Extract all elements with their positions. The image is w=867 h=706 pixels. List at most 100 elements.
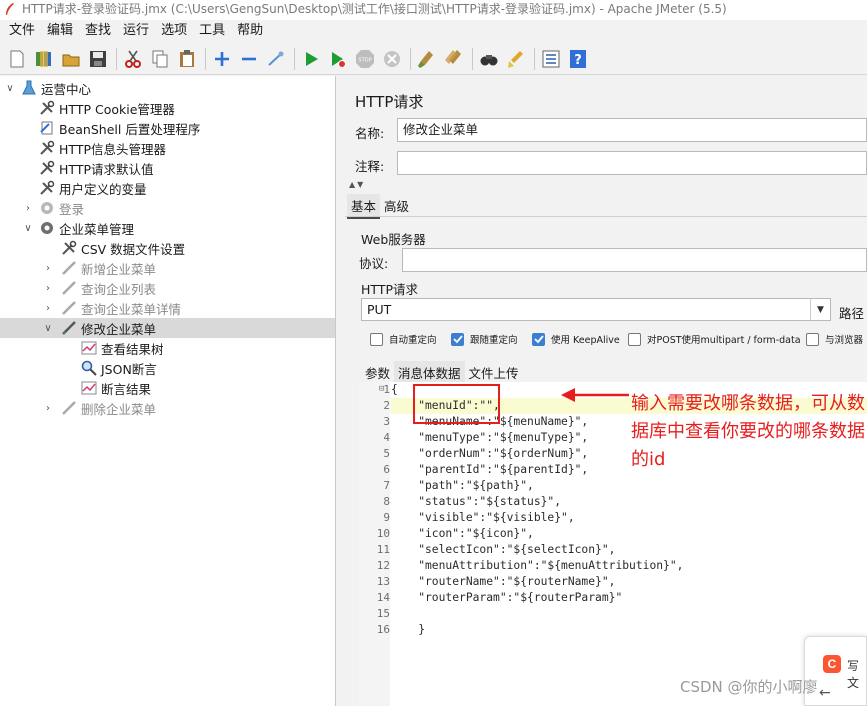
line-number-gutter: 1 2 3 4 5 6 7 8 9 10 11 12 13 14 15 16 ⊟ [359, 382, 390, 706]
watermark: CSDN @你的小啊廖 [680, 678, 818, 696]
tree-node-root[interactable]: ∨ 运营中心 [0, 78, 91, 98]
templates-icon[interactable] [33, 48, 55, 70]
tree-node-delete-menu[interactable]: › 删除企业菜单 [0, 398, 156, 418]
arrow-left-icon[interactable]: ← [819, 685, 831, 701]
tree-label: CSV 数据文件设置 [81, 241, 186, 257]
tree-node-update-menu[interactable]: ∨ 修改企业菜单 [0, 318, 335, 338]
name-label: 名称: [355, 126, 385, 141]
chevron-right-icon[interactable]: › [22, 203, 34, 214]
checkbox-follow-redirect[interactable]: 跟随重定向 [451, 332, 518, 346]
toolbar: STOP ? [0, 43, 867, 75]
annotation-text: 输入需要改哪条数据，可从数据库中查看你要改的哪条数据的id [631, 393, 865, 470]
new-icon[interactable] [6, 48, 28, 70]
menu-search[interactable]: 查找 [79, 21, 117, 41]
menu-options[interactable]: 选项 [155, 21, 193, 41]
checkbox-checked-icon[interactable] [451, 332, 464, 346]
checkbox-box[interactable] [628, 332, 641, 346]
chevron-right-icon[interactable]: › [42, 283, 54, 294]
name-field[interactable]: 修改企业菜单 [397, 118, 867, 142]
tree-node-header-manager[interactable]: HTTP信息头管理器 [38, 138, 166, 158]
checkbox-box[interactable] [806, 332, 819, 346]
fold-minus-icon[interactable]: ⊟ [379, 384, 384, 394]
annotation-arrow-icon [561, 388, 629, 402]
start-icon[interactable] [300, 48, 322, 70]
gear-icon [38, 199, 56, 217]
help-icon[interactable]: ? [567, 48, 589, 70]
tree-node-login[interactable]: › 登录 [0, 198, 84, 218]
checkbox-auto-redirect[interactable]: 自动重定向 [370, 332, 437, 346]
function-helper-icon[interactable] [540, 48, 562, 70]
code-line: "parentId":"${parentId}", [391, 463, 589, 476]
tree-label: 查看结果树 [101, 341, 164, 357]
tree-node-cookie-manager[interactable]: HTTP Cookie管理器 [38, 98, 175, 118]
open-icon[interactable] [60, 48, 82, 70]
tree-node-csv-data[interactable]: CSV 数据文件设置 [60, 238, 185, 258]
tree-label: 断言结果 [101, 381, 152, 397]
checkbox-browser-compatible[interactable]: 与浏览器 [806, 332, 863, 346]
path-label: 路径 [839, 306, 865, 321]
save-icon[interactable] [87, 48, 109, 70]
tree-node-user-variables[interactable]: 用户定义的变量 [38, 178, 147, 198]
dropdown-arrow-icon[interactable]: ▼ [810, 299, 830, 320]
code-line: "icon":"${icon}", [391, 527, 534, 540]
tree-label: 登录 [59, 201, 85, 217]
tab-divider [345, 216, 867, 217]
menu-help[interactable]: 帮助 [231, 21, 269, 41]
shutdown-icon[interactable] [381, 48, 403, 70]
tree-node-request-defaults[interactable]: HTTP请求默认值 [38, 158, 154, 178]
tree-node-json-assertion[interactable]: JSON断言 [80, 358, 157, 378]
paste-icon[interactable] [176, 48, 198, 70]
protocol-field[interactable] [402, 248, 867, 272]
checkbox-label: 自动重定向 [389, 335, 437, 346]
tree-node-add-menu[interactable]: › 新增企业菜单 [0, 258, 156, 278]
checkbox-multipart[interactable]: 对POST使用multipart / form-data [628, 332, 801, 346]
checkbox-box[interactable] [370, 332, 383, 346]
toolbar-separator [410, 47, 411, 70]
toolbar-separator [534, 47, 535, 70]
stop-icon[interactable]: STOP [354, 48, 376, 70]
menu-run[interactable]: 运行 [117, 21, 155, 41]
clear-all-icon[interactable] [443, 48, 465, 70]
copy-icon[interactable] [149, 48, 171, 70]
toolbar-separator [472, 47, 473, 70]
tree-node-query-detail[interactable]: › 查询企业菜单详情 [0, 298, 181, 318]
collapse-arrows-icon[interactable]: ▲▼ [349, 180, 365, 189]
cut-icon[interactable] [122, 48, 144, 70]
chevron-right-icon[interactable]: › [42, 263, 54, 274]
clear-icon[interactable] [416, 48, 438, 70]
checkbox-keepalive[interactable]: 使用 KeepAlive [532, 332, 620, 346]
jmeter-feather-icon [6, 3, 14, 15]
tree-node-results-tree[interactable]: 查看结果树 [80, 338, 164, 358]
sampler-icon [60, 299, 78, 317]
tree-node-enterprise-menu[interactable]: ∨ 企业菜单管理 [0, 218, 134, 238]
tree-node-query-list[interactable]: › 查询企业列表 [0, 278, 156, 298]
start-no-pause-icon[interactable] [327, 48, 349, 70]
menu-tools[interactable]: 工具 [193, 21, 231, 41]
chevron-down-icon[interactable]: ∨ [4, 83, 16, 94]
method-select[interactable]: PUT ▼ [361, 298, 831, 321]
tree-node-assertion-results[interactable]: 断言结果 [80, 378, 151, 398]
line-number: 13 [376, 575, 390, 588]
line-number: 3 [383, 415, 390, 428]
comment-field[interactable] [397, 151, 867, 175]
body-data-editor[interactable]: 1 2 3 4 5 6 7 8 9 10 11 12 13 14 15 16 ⊟… [359, 382, 867, 706]
chevron-down-icon[interactable]: ∨ [22, 223, 34, 234]
sampler-icon [60, 319, 78, 337]
reset-search-icon[interactable] [505, 48, 527, 70]
toggle-icon[interactable] [265, 48, 287, 70]
flask-icon [20, 79, 38, 97]
menu-file[interactable]: 文件 [3, 21, 41, 41]
code-line: "status":"${status}", [391, 495, 562, 508]
expand-icon[interactable] [211, 48, 233, 70]
collapse-icon[interactable] [238, 48, 260, 70]
line-number: 10 [376, 527, 390, 540]
search-icon[interactable] [478, 48, 500, 70]
tree-node-beanshell-postprocessor[interactable]: BeanShell 后置处理程序 [38, 118, 200, 138]
magnifier-icon [80, 359, 98, 377]
checkbox-checked-icon[interactable] [532, 332, 545, 346]
menu-edit[interactable]: 编辑 [41, 21, 79, 41]
chevron-right-icon[interactable]: › [42, 403, 54, 414]
chevron-right-icon[interactable]: › [42, 303, 54, 314]
sampler-icon [60, 259, 78, 277]
chevron-down-icon[interactable]: ∨ [42, 323, 54, 334]
